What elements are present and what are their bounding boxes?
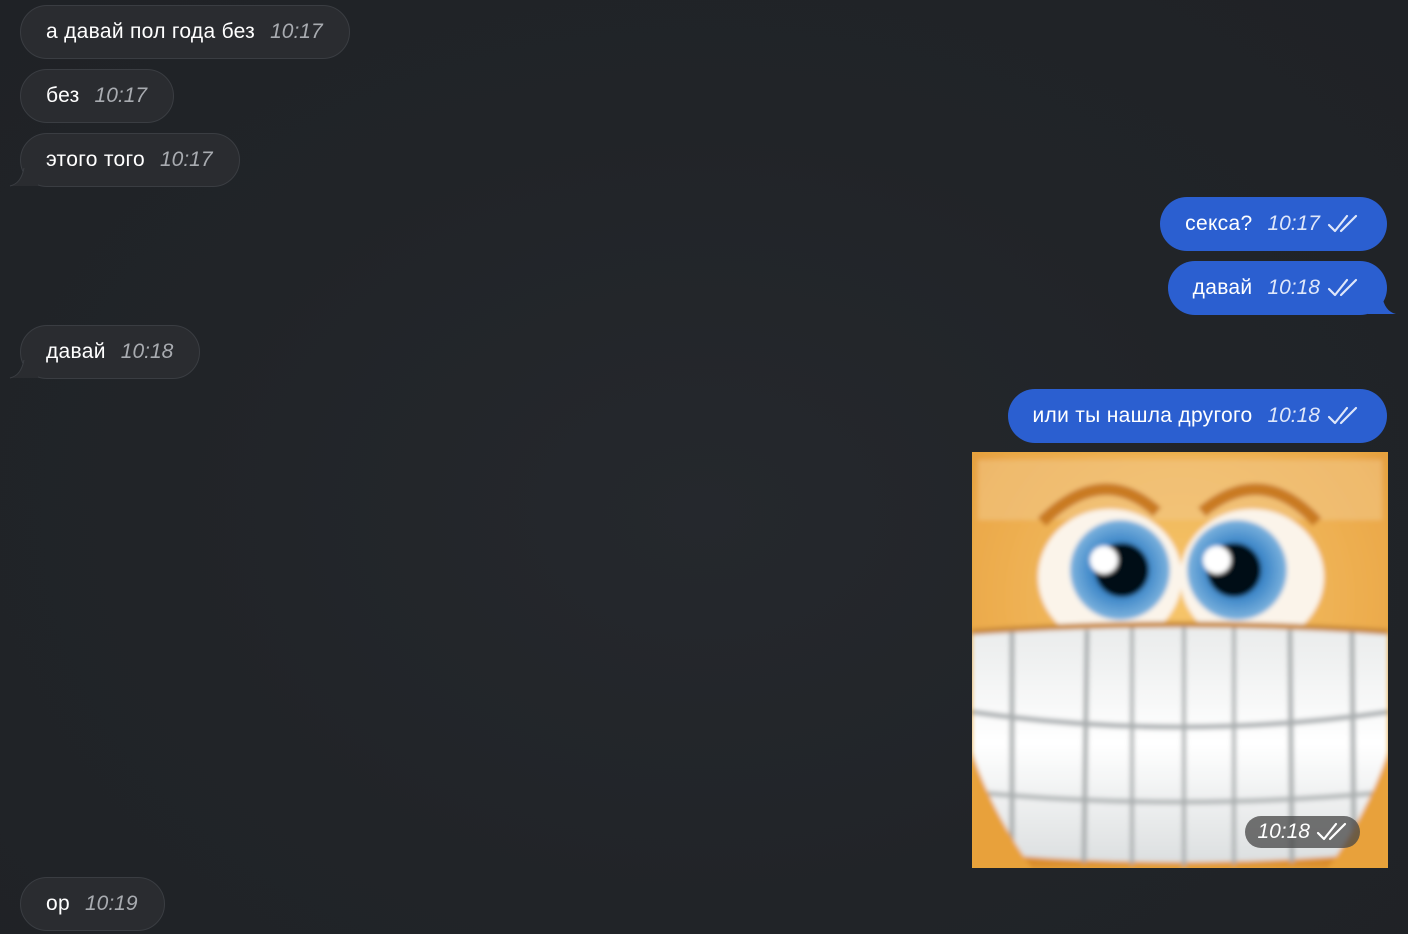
double-check-icon bbox=[1327, 406, 1359, 426]
message-text: этого того bbox=[46, 148, 145, 171]
bubble-tail-icon bbox=[1368, 296, 1396, 314]
double-check-icon bbox=[1327, 214, 1359, 234]
bubble-tail-icon bbox=[9, 168, 38, 187]
message-time: 10:17 bbox=[1267, 212, 1320, 235]
double-check-icon bbox=[1327, 278, 1359, 298]
double-check-icon bbox=[1316, 822, 1348, 842]
photo-message[interactable]: 10:18 bbox=[972, 452, 1388, 868]
message-outgoing[interactable]: секса? 10:17 bbox=[1160, 197, 1387, 251]
message-incoming[interactable]: этого того 10:17 bbox=[20, 133, 240, 187]
message-outgoing[interactable]: или ты нашла другого 10:18 bbox=[1007, 389, 1387, 443]
message-text: без bbox=[46, 84, 80, 107]
message-outgoing[interactable]: давай 10:18 bbox=[1167, 261, 1387, 315]
message-time: 10:17 bbox=[159, 148, 213, 171]
bubble-tail-icon bbox=[9, 360, 38, 379]
message-text: давай bbox=[46, 340, 106, 363]
message-text: а давай пол года без bbox=[46, 20, 256, 43]
message-time: 10:18 bbox=[1257, 820, 1310, 843]
message-time: 10:18 bbox=[1267, 404, 1320, 427]
grinning-smiley-sticker bbox=[972, 452, 1388, 868]
chat-history[interactable]: а давай пол года без 10:17 без 10:17 это… bbox=[0, 0, 1408, 934]
message-incoming[interactable]: давай 10:18 bbox=[20, 325, 201, 379]
message-time: 10:18 bbox=[120, 340, 174, 363]
message-text: секса? bbox=[1185, 212, 1253, 235]
message-incoming[interactable]: без 10:17 bbox=[20, 69, 175, 123]
message-time: 10:17 bbox=[94, 84, 148, 107]
message-text: давай bbox=[1192, 276, 1253, 299]
message-time: 10:18 bbox=[1267, 276, 1320, 299]
message-time: 10:17 bbox=[270, 20, 323, 43]
message-text: ор bbox=[46, 892, 70, 915]
message-incoming[interactable]: ор 10:19 bbox=[20, 877, 165, 931]
message-time: 10:19 bbox=[84, 892, 138, 915]
photo-time-badge: 10:18 bbox=[1245, 816, 1360, 848]
message-incoming[interactable]: а давай пол года без 10:17 bbox=[20, 5, 350, 59]
message-text: или ты нашла другого bbox=[1032, 404, 1253, 427]
